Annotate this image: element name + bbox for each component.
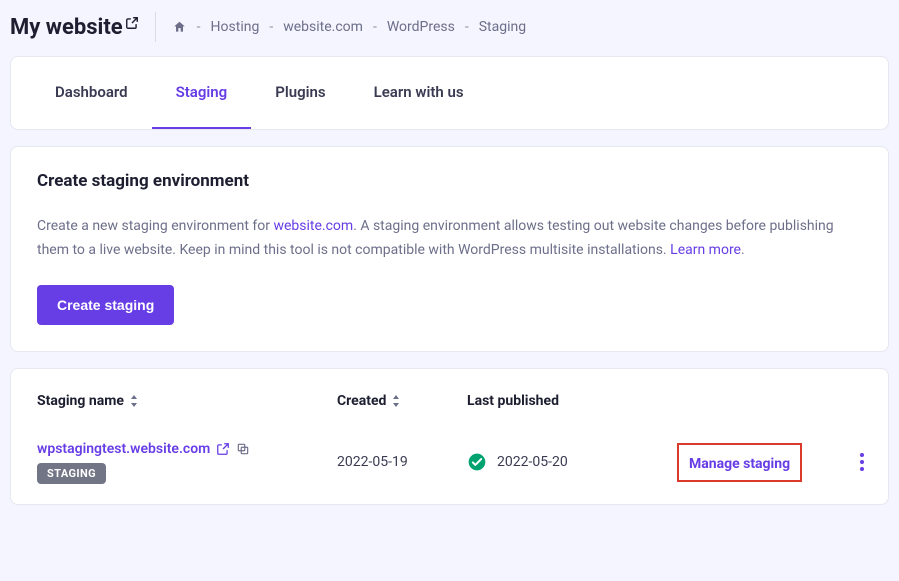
tab-dashboard[interactable]: Dashboard [31, 57, 152, 129]
site-title-text: My website [10, 15, 123, 40]
create-staging-button[interactable]: Create staging [37, 285, 174, 325]
panel-description: Create a new staging environment for web… [37, 215, 862, 263]
manage-highlight: Manage staging [677, 443, 802, 482]
panel-text-pre: Create a new staging environment for [37, 218, 273, 234]
tabs: Dashboard Staging Plugins Learn with us [11, 57, 888, 129]
tab-plugins[interactable]: Plugins [251, 57, 349, 129]
table-row: wpstagingtest.website.com STAGING 2022-0… [37, 427, 862, 484]
breadcrumb-sep: - [373, 19, 377, 35]
site-title[interactable]: My website [10, 15, 139, 40]
published-date: 2022-05-20 [497, 454, 568, 470]
staging-badge: STAGING [37, 463, 106, 484]
site-link[interactable]: website.com [273, 218, 353, 234]
col-published: Last published [467, 393, 677, 409]
breadcrumb-item[interactable]: Hosting [211, 19, 260, 35]
breadcrumb-sep: - [269, 19, 273, 35]
external-link-icon [125, 16, 139, 30]
panel-period: . [741, 242, 745, 258]
tabs-card: Dashboard Staging Plugins Learn with us [10, 56, 889, 130]
home-icon[interactable] [172, 20, 187, 34]
copy-icon[interactable] [236, 442, 250, 456]
external-link-icon[interactable] [216, 442, 230, 456]
table-header: Staging name Created Last published [37, 387, 862, 427]
col-created[interactable]: Created [337, 393, 467, 409]
published-cell: 2022-05-20 [467, 452, 677, 472]
sort-icon [392, 395, 400, 407]
staging-url-link[interactable]: wpstagingtest.website.com [37, 441, 210, 457]
tab-staging[interactable]: Staging [152, 57, 252, 129]
create-staging-panel: Create staging environment Create a new … [10, 146, 889, 352]
manage-staging-link[interactable]: Manage staging [689, 456, 790, 472]
check-circle-icon [467, 452, 487, 472]
breadcrumb-sep: - [465, 19, 469, 35]
row-actions-menu[interactable] [847, 447, 877, 477]
tab-learn[interactable]: Learn with us [350, 57, 488, 129]
sort-icon [130, 395, 138, 407]
breadcrumb-item[interactable]: WordPress [387, 19, 455, 35]
learn-more-link[interactable]: Learn more [670, 242, 741, 258]
created-date: 2022-05-19 [337, 454, 467, 470]
breadcrumb-item[interactable]: Staging [479, 19, 526, 35]
col-name-label: Staging name [37, 393, 124, 409]
col-name[interactable]: Staging name [37, 393, 337, 409]
breadcrumb-sep: - [197, 19, 201, 35]
staging-table: Staging name Created Last published wpst… [10, 368, 889, 505]
col-published-label: Last published [467, 393, 559, 409]
breadcrumb: - Hosting - website.com - WordPress - St… [172, 19, 526, 35]
panel-heading: Create staging environment [37, 171, 862, 191]
breadcrumb-item[interactable]: website.com [283, 19, 363, 35]
divider [155, 12, 156, 42]
col-created-label: Created [337, 393, 386, 409]
